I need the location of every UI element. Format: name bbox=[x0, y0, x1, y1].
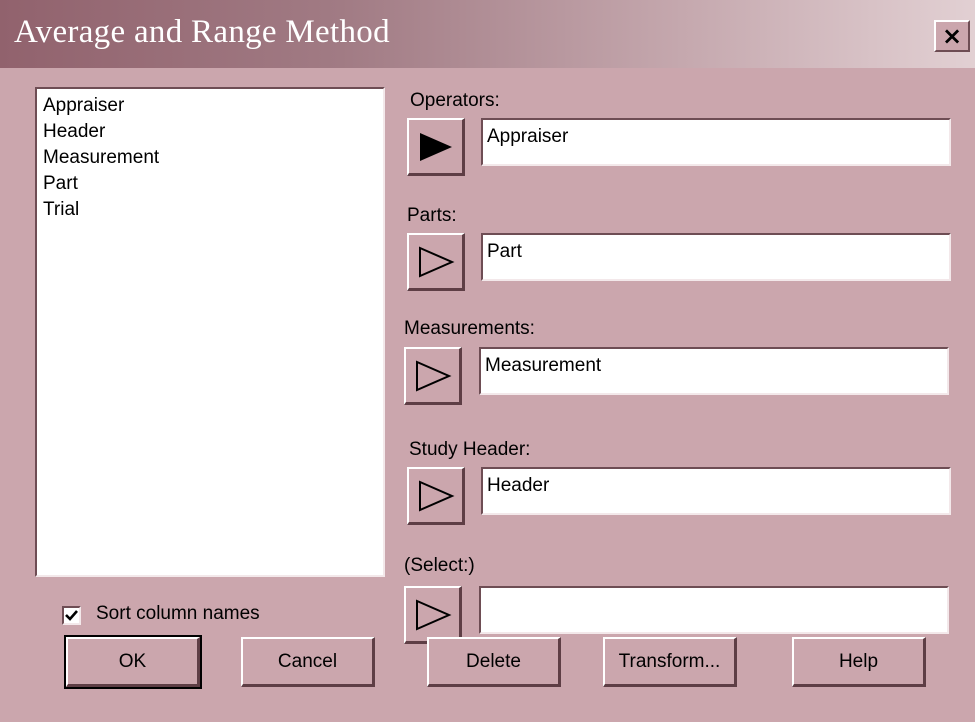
column-list[interactable]: Appraiser Header Measurement Part Trial bbox=[35, 87, 385, 577]
close-button[interactable]: × bbox=[934, 20, 970, 52]
select-input[interactable] bbox=[479, 586, 949, 634]
operators-arrow-button[interactable] bbox=[407, 118, 465, 176]
help-button[interactable]: Help bbox=[792, 637, 926, 687]
study-header-arrow-button[interactable] bbox=[407, 467, 465, 525]
close-icon: × bbox=[941, 22, 963, 50]
title-bar: Average and Range Method × bbox=[0, 0, 975, 68]
list-item[interactable]: Header bbox=[43, 119, 383, 145]
list-item[interactable]: Measurement bbox=[43, 145, 383, 171]
list-item[interactable]: Part bbox=[43, 171, 383, 197]
list-item[interactable]: Appraiser bbox=[43, 93, 383, 119]
sort-checkbox-label: Sort column names bbox=[96, 603, 260, 624]
parts-arrow-button[interactable] bbox=[407, 233, 465, 291]
measurements-arrow-button[interactable] bbox=[404, 347, 462, 405]
list-item[interactable]: Trial bbox=[43, 197, 383, 223]
transform-button[interactable]: Transform... bbox=[603, 637, 737, 687]
arrow-right-outline-icon bbox=[415, 359, 451, 392]
study-header-label: Study Header: bbox=[409, 439, 531, 460]
sort-checkbox[interactable] bbox=[62, 606, 81, 625]
delete-button[interactable]: Delete bbox=[427, 637, 561, 687]
ok-button[interactable]: OK bbox=[64, 635, 202, 689]
study-header-input[interactable]: Header bbox=[481, 467, 951, 515]
measurements-label: Measurements: bbox=[404, 318, 535, 339]
arrow-right-outline-icon bbox=[418, 479, 454, 512]
dialog-title: Average and Range Method bbox=[14, 14, 390, 50]
average-range-dialog: Average and Range Method × Appraiser Hea… bbox=[0, 0, 975, 722]
measurements-input[interactable]: Measurement bbox=[479, 347, 949, 395]
arrow-right-outline-icon bbox=[415, 598, 451, 631]
select-label: (Select:) bbox=[404, 555, 475, 576]
cancel-button[interactable]: Cancel bbox=[241, 637, 375, 687]
operators-input[interactable]: Appraiser bbox=[481, 118, 951, 166]
operators-label: Operators: bbox=[410, 90, 500, 111]
select-arrow-button[interactable] bbox=[404, 586, 462, 644]
parts-input[interactable]: Part bbox=[481, 233, 951, 281]
checkmark-icon bbox=[65, 610, 78, 621]
arrow-right-outline-icon bbox=[418, 245, 454, 278]
arrow-right-filled-icon bbox=[419, 132, 452, 161]
parts-label: Parts: bbox=[407, 205, 457, 226]
